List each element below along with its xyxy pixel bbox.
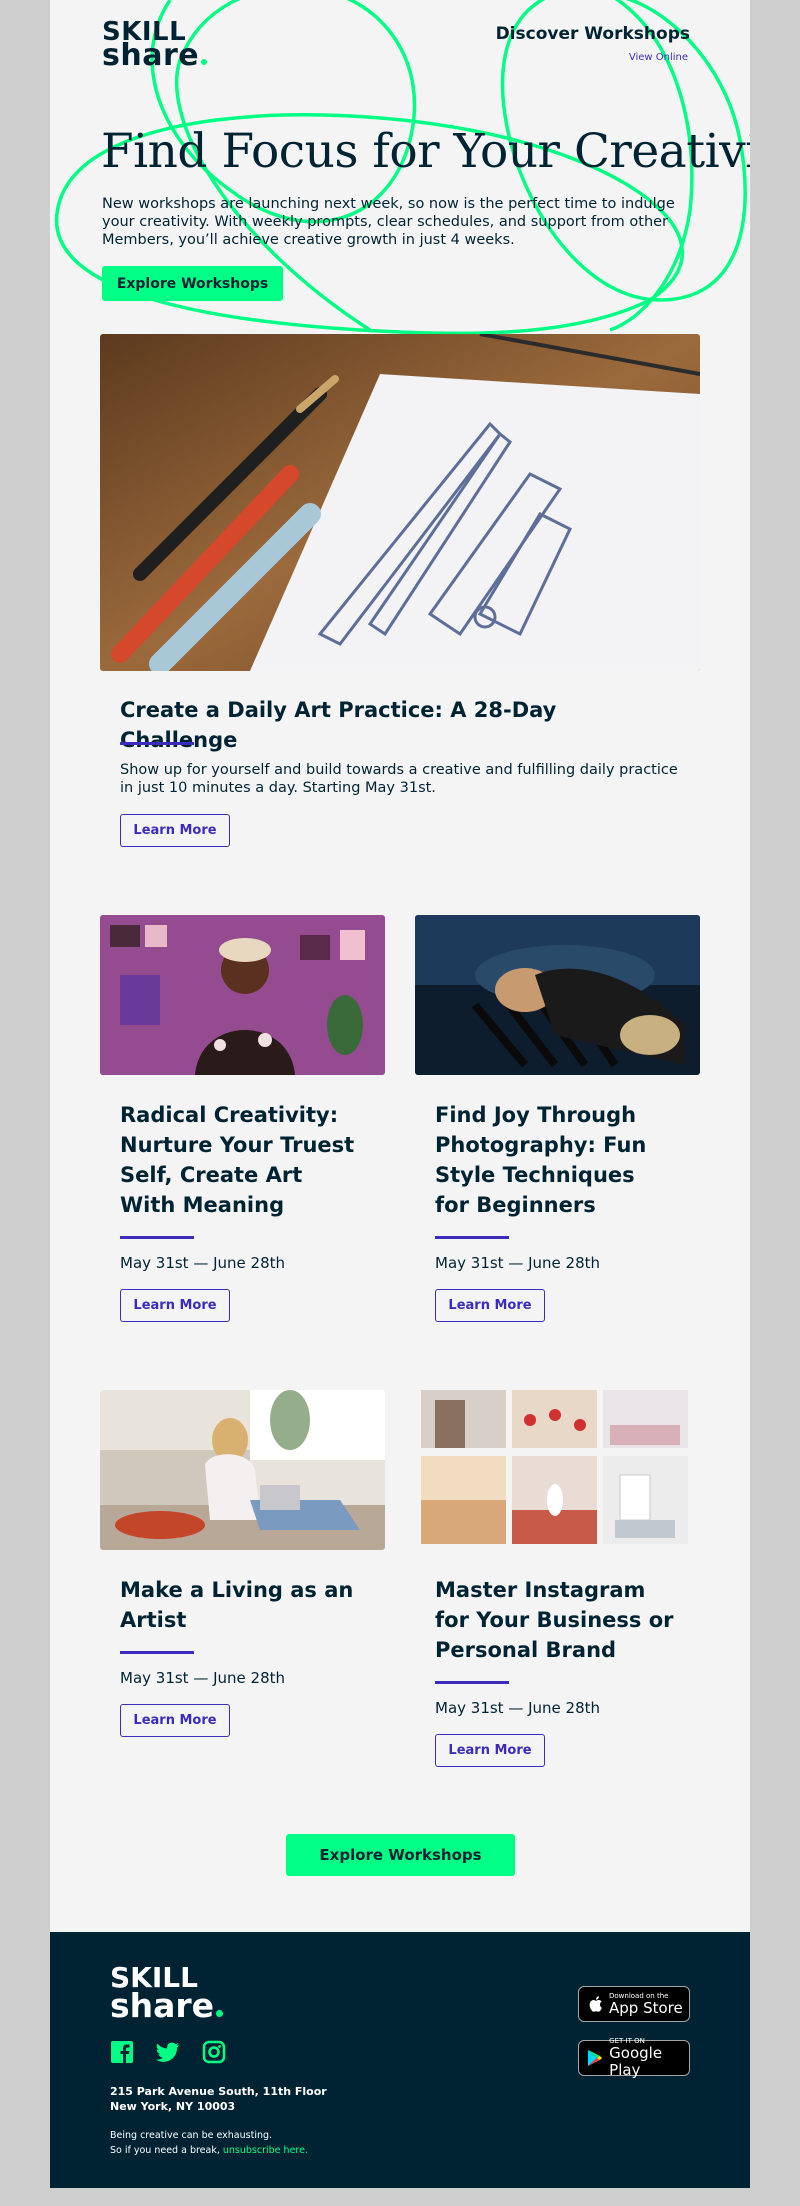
workshop-title: Find Joy Through Photography: Fun Style … — [435, 1103, 647, 1217]
explore-workshops-button[interactable]: Explore Workshops — [102, 266, 283, 301]
footer-skillshare-logo[interactable]: SKILL share — [110, 1964, 224, 2022]
workshop-learn-more-button[interactable]: Learn More — [435, 1734, 545, 1767]
address-line1: 215 Park Avenue South, 11th Floor — [110, 2085, 327, 2098]
apple-icon — [589, 1996, 602, 2012]
footer: SKILL share 215 Park Avenue South, 11th … — [50, 1932, 750, 2188]
footer-logo-line2: share — [110, 1989, 224, 2022]
logo-dot — [201, 59, 208, 65]
workshop-divider — [120, 1236, 194, 1239]
discover-workshops-heading: Discover Workshops — [495, 24, 690, 44]
hero-title: Find Focus for Your Creativity — [101, 124, 750, 179]
workshop-divider — [435, 1236, 509, 1239]
facebook-icon[interactable] — [110, 2040, 134, 2064]
logo-line2: share — [102, 41, 208, 71]
email-body: SKILL share Discover Workshops View Onli… — [50, 0, 750, 1932]
unsubscribe-link[interactable]: unsubscribe here. — [223, 2145, 308, 2156]
google-play-big-text: Google Play — [609, 2044, 663, 2079]
skillshare-logo[interactable]: SKILL share — [102, 19, 208, 71]
workshop-dates: May 31st — June 28th — [120, 1669, 286, 1687]
footer-address: 215 Park Avenue South, 11th Floor New Yo… — [110, 2084, 327, 2114]
workshop-learn-more-button[interactable]: Learn More — [435, 1289, 545, 1322]
note-line2: So if you need a break, unsubscribe here… — [110, 2145, 308, 2156]
workshop-title: Make a Living as an Artist — [120, 1578, 354, 1632]
footer-note: Being creative can be exhausting. So if … — [110, 2128, 308, 2158]
workshop-image-photography[interactable] — [415, 915, 700, 1075]
workshop-title: Master Instagram for Your Business or Pe… — [435, 1578, 674, 1662]
address-line2: New York, NY 10003 — [110, 2100, 236, 2113]
workshop-dates: May 31st — June 28th — [435, 1254, 601, 1272]
google-play-icon — [587, 2049, 603, 2067]
footer-logo-dot — [216, 2010, 224, 2017]
explore-workshops-bottom-button[interactable]: Explore Workshops — [286, 1834, 515, 1876]
instagram-icon[interactable] — [202, 2040, 226, 2064]
feature-title: Create a Daily Art Practice: A 28-Day Ch… — [120, 698, 557, 752]
feature-learn-more-button[interactable]: Learn More — [120, 814, 230, 847]
google-play-badge[interactable]: GET IT ON Google Play — [578, 2037, 690, 2079]
workshop-divider — [120, 1651, 194, 1654]
workshop-image-radical-creativity[interactable] — [100, 915, 385, 1075]
note-line1: Being creative can be exhausting. — [110, 2130, 273, 2141]
app-store-badge[interactable]: Download on the App Store — [578, 1986, 690, 2022]
twitter-icon[interactable] — [156, 2040, 180, 2064]
workshop-title: Radical Creativity: Nurture Your Truest … — [120, 1103, 355, 1217]
workshop-learn-more-button[interactable]: Learn More — [120, 1704, 230, 1737]
app-store-big-text: App Store — [609, 1998, 683, 2017]
feature-divider — [120, 742, 194, 745]
view-online-link[interactable]: View Online — [629, 52, 688, 63]
feature-image-brushes[interactable] — [100, 334, 700, 671]
workshop-learn-more-button[interactable]: Learn More — [120, 1289, 230, 1322]
workshop-dates: May 31st — June 28th — [120, 1254, 286, 1272]
workshop-image-instagram-grid[interactable] — [415, 1390, 700, 1550]
workshop-dates: May 31st — June 28th — [435, 1699, 601, 1717]
hero-text: New workshops are launching next week, s… — [102, 196, 675, 248]
workshop-divider — [435, 1681, 509, 1684]
feature-text: Show up for yourself and build towards a… — [120, 762, 678, 796]
workshop-image-living-artist[interactable] — [100, 1390, 385, 1550]
